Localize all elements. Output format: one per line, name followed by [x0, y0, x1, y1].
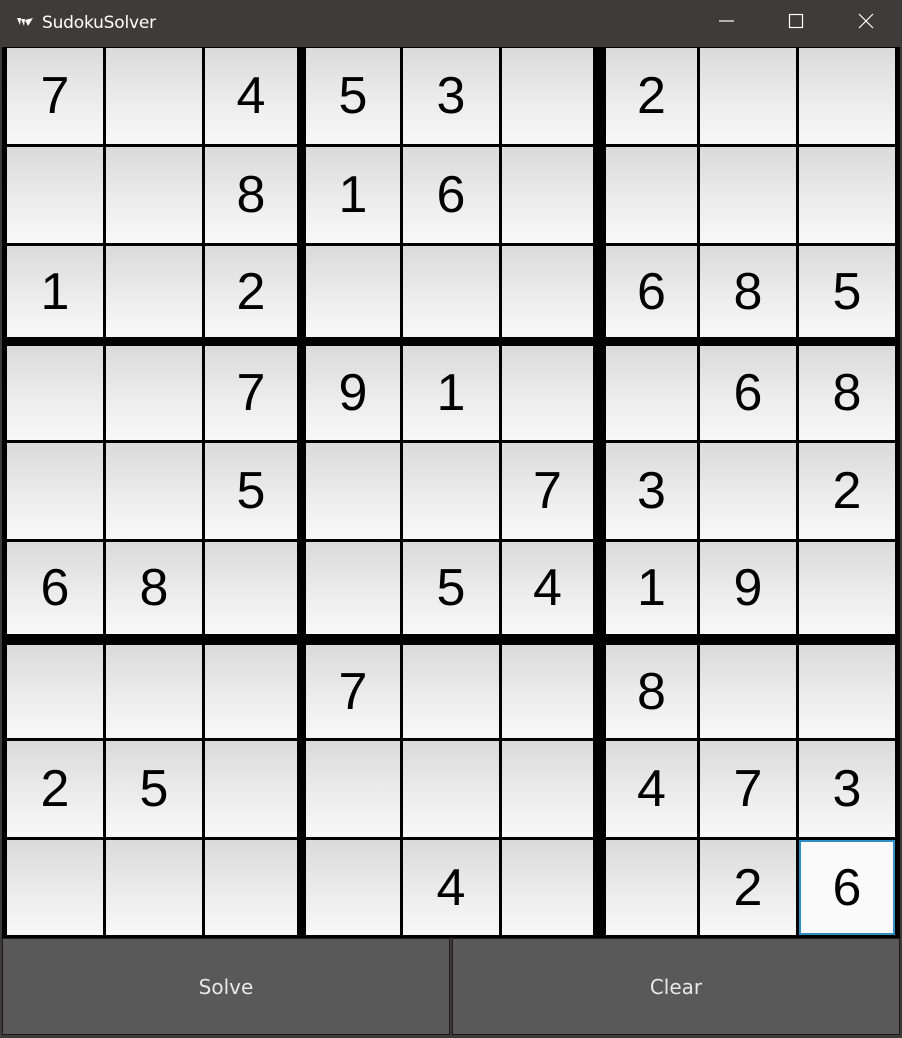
sudoku-cell[interactable]: 3: [403, 48, 499, 144]
sudoku-cell[interactable]: 3: [799, 741, 895, 837]
sudoku-cell[interactable]: [205, 645, 297, 738]
sudoku-cell[interactable]: 9: [306, 346, 400, 440]
sudoku-cell[interactable]: 5: [106, 741, 202, 837]
sudoku-cell[interactable]: [799, 147, 895, 243]
sudoku-cell[interactable]: [502, 645, 593, 738]
sudoku-cell[interactable]: [306, 246, 400, 337]
sudoku-cell[interactable]: 5: [205, 443, 297, 539]
sudoku-cell[interactable]: [606, 840, 697, 935]
sudoku-cell[interactable]: 5: [306, 48, 400, 144]
minimize-button[interactable]: [703, 0, 749, 47]
sudoku-cell[interactable]: 1: [606, 542, 697, 634]
sudoku-cell[interactable]: 5: [403, 542, 499, 634]
sudoku-cell[interactable]: [700, 443, 796, 539]
sudoku-cell[interactable]: [700, 645, 796, 738]
sudoku-cell[interactable]: 1: [403, 346, 499, 440]
sudoku-cell[interactable]: [106, 48, 202, 144]
sudoku-cell[interactable]: 7: [205, 346, 297, 440]
sudoku-cell[interactable]: [700, 147, 796, 243]
sudoku-cell[interactable]: 8: [106, 542, 202, 634]
clear-button[interactable]: Clear: [452, 938, 900, 1035]
sudoku-cell[interactable]: [700, 48, 796, 144]
sudoku-cell[interactable]: [7, 443, 103, 539]
sudoku-cell[interactable]: 2: [799, 443, 895, 539]
close-icon: [858, 13, 874, 34]
sudoku-cell[interactable]: [106, 246, 202, 337]
sudoku-cell[interactable]: 2: [700, 840, 796, 935]
sudoku-cell[interactable]: 2: [606, 48, 697, 144]
title-bar: SudokuSolver: [0, 0, 902, 47]
sudoku-cell[interactable]: [606, 147, 697, 243]
solve-button[interactable]: Solve: [2, 938, 450, 1035]
sudoku-cell[interactable]: 8: [700, 246, 796, 337]
sudoku-cell[interactable]: [106, 840, 202, 935]
sudoku-cell[interactable]: [205, 542, 297, 634]
sudoku-board: 74532816126857916857326854197825473426: [2, 47, 900, 938]
sudoku-cell[interactable]: 3: [606, 443, 697, 539]
sudoku-cell[interactable]: 7: [7, 48, 103, 144]
sudoku-cell[interactable]: 7: [502, 443, 593, 539]
sudoku-cell[interactable]: [502, 840, 593, 935]
sudoku-cell[interactable]: 8: [205, 147, 297, 243]
sudoku-cell[interactable]: [205, 840, 297, 935]
sudoku-cell[interactable]: 2: [205, 246, 297, 337]
sudoku-cell[interactable]: 6: [403, 147, 499, 243]
sudoku-cell[interactable]: 7: [700, 741, 796, 837]
sudoku-cell[interactable]: 5: [799, 246, 895, 337]
close-button[interactable]: [843, 0, 889, 47]
sudoku-cell[interactable]: 7: [306, 645, 400, 738]
sudoku-cell[interactable]: 1: [306, 147, 400, 243]
sudoku-cell[interactable]: 1: [7, 246, 103, 337]
sudoku-cell[interactable]: 4: [205, 48, 297, 144]
sudoku-cell[interactable]: [799, 645, 895, 738]
sudoku-cell[interactable]: [403, 443, 499, 539]
sudoku-cell[interactable]: [306, 542, 400, 634]
sudoku-cell[interactable]: [606, 346, 697, 440]
sudoku-cell[interactable]: [205, 741, 297, 837]
sudoku-cell[interactable]: 2: [7, 741, 103, 837]
sudoku-cell[interactable]: [306, 840, 400, 935]
sudoku-cell[interactable]: 8: [606, 645, 697, 738]
sudoku-cell[interactable]: 6: [606, 246, 697, 337]
sudoku-cell[interactable]: [7, 346, 103, 440]
sudoku-cell[interactable]: [502, 48, 593, 144]
sudoku-cell[interactable]: 6: [7, 542, 103, 634]
sudoku-cell[interactable]: 6: [799, 840, 895, 935]
maximize-icon: [788, 13, 804, 34]
sudoku-cell[interactable]: [106, 346, 202, 440]
sudoku-cell[interactable]: [7, 840, 103, 935]
sudoku-cell[interactable]: 6: [700, 346, 796, 440]
sudoku-cell[interactable]: 4: [502, 542, 593, 634]
sudoku-cell[interactable]: [403, 741, 499, 837]
sudoku-cell[interactable]: [7, 147, 103, 243]
sudoku-cell[interactable]: [106, 443, 202, 539]
sudoku-cell[interactable]: 9: [700, 542, 796, 634]
sudoku-cell[interactable]: [106, 147, 202, 243]
sudoku-cell[interactable]: [502, 147, 593, 243]
minimize-icon: [718, 13, 734, 34]
sudoku-cell[interactable]: 4: [403, 840, 499, 935]
sudoku-cell[interactable]: [502, 741, 593, 837]
app-logo-icon: [16, 15, 34, 29]
sudoku-cell[interactable]: [306, 443, 400, 539]
sudoku-cell[interactable]: [7, 645, 103, 738]
sudoku-cell[interactable]: [799, 48, 895, 144]
sudoku-cell[interactable]: [403, 645, 499, 738]
sudoku-cell[interactable]: 4: [606, 741, 697, 837]
sudoku-cell[interactable]: [306, 741, 400, 837]
sudoku-cell[interactable]: 8: [799, 346, 895, 440]
window-title: SudokuSolver: [42, 13, 156, 33]
sudoku-cell[interactable]: [403, 246, 499, 337]
sudoku-cell[interactable]: [502, 346, 593, 440]
sudoku-cell[interactable]: [106, 645, 202, 738]
sudoku-cell[interactable]: [502, 246, 593, 337]
sudoku-cell[interactable]: [799, 542, 895, 634]
maximize-button[interactable]: [773, 0, 819, 47]
